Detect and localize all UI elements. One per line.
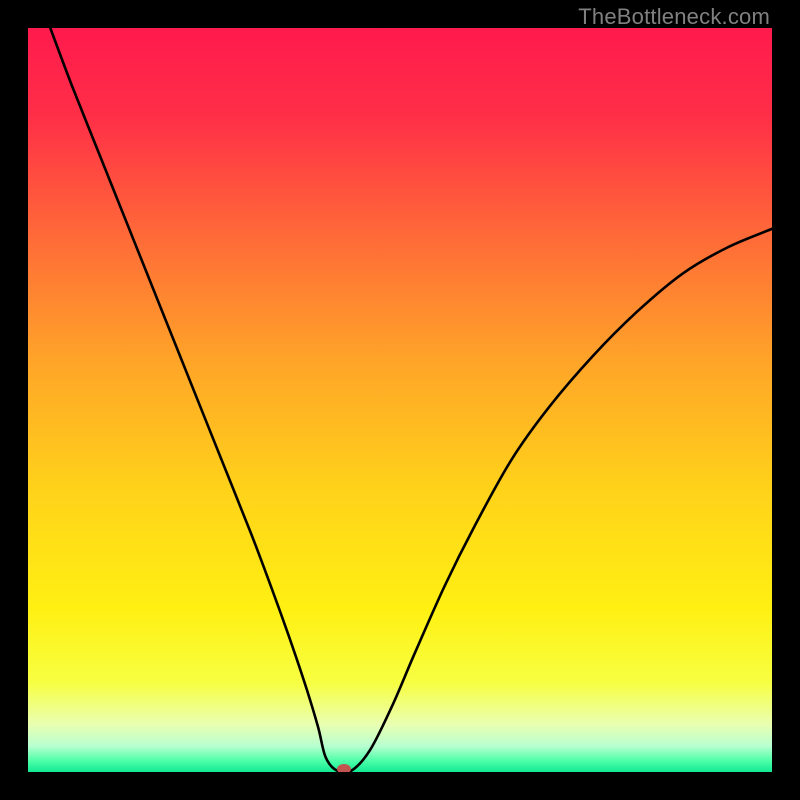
plot-area xyxy=(28,28,772,772)
watermark-text: TheBottleneck.com xyxy=(578,4,770,30)
outer-frame: TheBottleneck.com xyxy=(0,0,800,800)
bottleneck-curve xyxy=(28,28,772,772)
minimum-marker-dot xyxy=(337,764,351,772)
